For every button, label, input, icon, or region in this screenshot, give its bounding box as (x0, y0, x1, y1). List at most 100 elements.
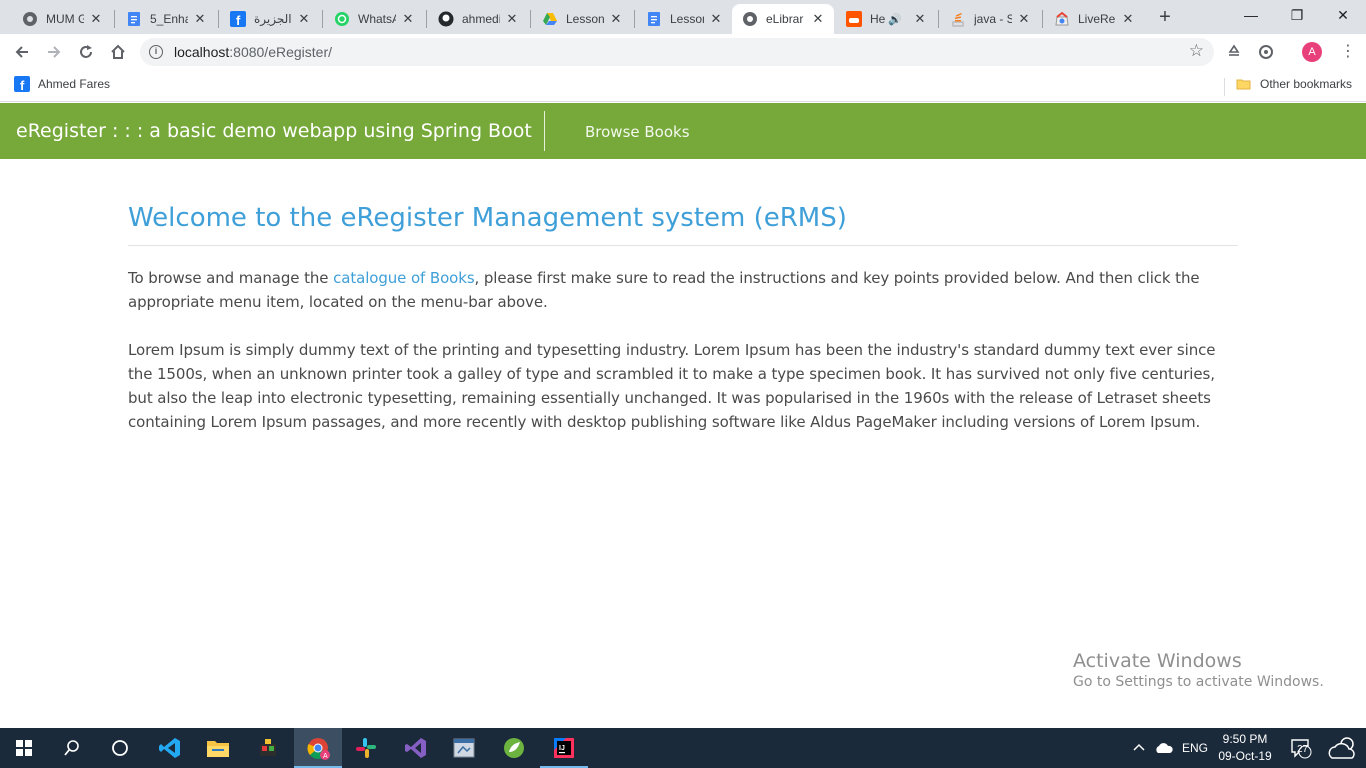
close-tab-icon[interactable]: ✕ (504, 11, 520, 27)
vscode-icon[interactable] (146, 728, 194, 768)
menu-browse-books[interactable]: Browse Books (585, 123, 690, 141)
system-clock[interactable]: 9:50 PM 09-Oct-19 (1214, 731, 1276, 765)
tab-lesson-docs[interactable]: Lesson ✕ (636, 4, 732, 34)
close-tab-icon[interactable]: ✕ (708, 11, 724, 27)
new-tab-button[interactable]: + (1154, 6, 1176, 28)
facebook-icon: f (230, 11, 246, 27)
language-indicator[interactable]: ENG (1182, 728, 1208, 768)
slack-icon[interactable] (342, 728, 390, 768)
intellij-icon[interactable]: IJ (540, 728, 588, 768)
file-explorer-icon[interactable] (194, 728, 242, 768)
close-tab-icon[interactable]: ✕ (192, 11, 208, 27)
speaker-icon[interactable]: 🔊 (888, 13, 902, 26)
close-tab-icon[interactable]: ✕ (400, 11, 416, 27)
tab-soundcloud[interactable]: He 🔊 ✕ (836, 4, 936, 34)
activate-windows-watermark: Activate Windows Go to Settings to activ… (1073, 650, 1324, 690)
soundcloud-icon (846, 11, 862, 27)
tab-livereload[interactable]: LiveRel ✕ (1044, 4, 1144, 34)
windows-taskbar: A IJ ENG 9:50 PM 09-Oct-19 27 (0, 728, 1366, 768)
facebook-icon: f (14, 76, 30, 92)
other-bookmarks[interactable]: Other bookmarks (1236, 76, 1352, 92)
app-navbar: eRegister : : : a basic demo webapp usin… (0, 103, 1366, 159)
address-bar[interactable]: i localhost:8080/eRegister/ ☆ (140, 38, 1214, 66)
google-drive-icon (542, 11, 558, 27)
tab-separator (218, 10, 219, 28)
close-tab-icon[interactable]: ✕ (912, 11, 928, 27)
sync-extension-icon[interactable] (1256, 42, 1276, 62)
tab-separator (530, 10, 531, 28)
restore-button[interactable]: ❐ (1274, 0, 1320, 30)
back-button[interactable] (8, 38, 36, 66)
bookmark-star-icon[interactable]: ☆ (1189, 41, 1204, 61)
clock-date: 09-Oct-19 (1218, 749, 1272, 763)
spring-tool-suite-icon[interactable] (490, 728, 538, 768)
whatsapp-icon (334, 11, 350, 27)
svg-text:f: f (20, 78, 25, 92)
close-tab-icon[interactable]: ✕ (608, 11, 624, 27)
action-center-icon[interactable]: 27 (1290, 728, 1314, 768)
app-brand[interactable]: eRegister : : : a basic demo webapp usin… (16, 120, 532, 142)
svg-text:IJ: IJ (559, 745, 565, 752)
bookmarks-separator (1224, 78, 1225, 96)
search-icon[interactable] (48, 728, 96, 768)
minimize-button[interactable]: — (1228, 0, 1274, 30)
reload-icon (80, 45, 92, 58)
onedrive-cloud-icon[interactable] (1155, 728, 1173, 768)
arrow-left-icon (15, 46, 28, 58)
catalogue-link[interactable]: catalogue of Books (333, 269, 475, 287)
profile-avatar[interactable]: A (1302, 42, 1322, 62)
weather-cloud-icon[interactable] (1326, 728, 1360, 768)
tab-title: He (870, 12, 886, 26)
tab-separator (322, 10, 323, 28)
close-window-button[interactable]: ✕ (1320, 0, 1366, 30)
tab-5-enha[interactable]: 5_Enha ✕ (116, 4, 216, 34)
tab-whatsapp[interactable]: WhatsA ✕ (324, 4, 424, 34)
close-tab-icon[interactable]: ✕ (88, 11, 104, 27)
app-icon[interactable] (244, 728, 292, 768)
url-path: :8080/eRegister/ (229, 44, 332, 60)
tab-separator (114, 10, 115, 28)
chrome-icon[interactable]: A (294, 728, 342, 768)
svg-text:A: A (323, 753, 328, 760)
more-menu-icon[interactable]: ⋮ (1340, 42, 1356, 62)
close-tab-icon[interactable]: ✕ (1120, 11, 1136, 27)
app-window-icon[interactable] (440, 728, 488, 768)
watermark-subtitle: Go to Settings to activate Windows. (1073, 674, 1324, 690)
watermark-title: Activate Windows (1073, 650, 1242, 672)
bookmark-ahmed-fares[interactable]: f Ahmed Fares (14, 76, 110, 92)
svg-text:f: f (236, 13, 241, 27)
reload-button[interactable] (72, 38, 100, 66)
recycle-extension-icon[interactable] (1224, 42, 1244, 62)
tab-aljazeera[interactable]: f الجزيرة ✕ (220, 4, 320, 34)
visual-studio-icon[interactable] (392, 728, 440, 768)
close-tab-icon[interactable]: ✕ (296, 11, 312, 27)
tab-title: الجزيرة (254, 12, 292, 26)
show-hidden-icons-chevron-up-icon[interactable] (1133, 728, 1145, 768)
forward-button[interactable] (40, 38, 68, 66)
url-host: localhost (174, 44, 230, 60)
url-text[interactable]: localhost:8080/eRegister/ (174, 44, 332, 60)
other-bookmarks-label: Other bookmarks (1260, 77, 1353, 91)
tab-github[interactable]: ahmedi ✕ (428, 4, 528, 34)
tab-title: WhatsA (358, 12, 396, 26)
tab-lesson-drive[interactable]: Lesson ✕ (532, 4, 632, 34)
tab-stackoverflow[interactable]: java - S ✕ (940, 4, 1040, 34)
tab-elibrary-active[interactable]: eLibrar ✕ (732, 4, 834, 34)
notification-count: 27 (1297, 744, 1309, 755)
folder-icon (1236, 79, 1251, 90)
close-tab-icon[interactable]: ✕ (1016, 11, 1032, 27)
close-tab-icon[interactable]: ✕ (810, 11, 826, 27)
tab-title: MUM G (46, 12, 84, 26)
task-view-icon[interactable] (96, 728, 144, 768)
chrome-webstore-icon (1054, 11, 1070, 27)
github-icon (438, 11, 454, 27)
home-button[interactable] (104, 38, 132, 66)
chrome-globe-icon (742, 11, 758, 27)
windows-start-icon[interactable] (0, 728, 48, 768)
tab-title: ahmedi (462, 12, 500, 26)
intro-paragraph: To browse and manage the catalogue of Bo… (128, 266, 1238, 314)
navbar-divider (544, 111, 545, 151)
tab-mum[interactable]: MUM G ✕ (12, 4, 112, 34)
bookmark-label: Ahmed Fares (38, 77, 111, 91)
info-icon[interactable]: i (149, 45, 163, 59)
